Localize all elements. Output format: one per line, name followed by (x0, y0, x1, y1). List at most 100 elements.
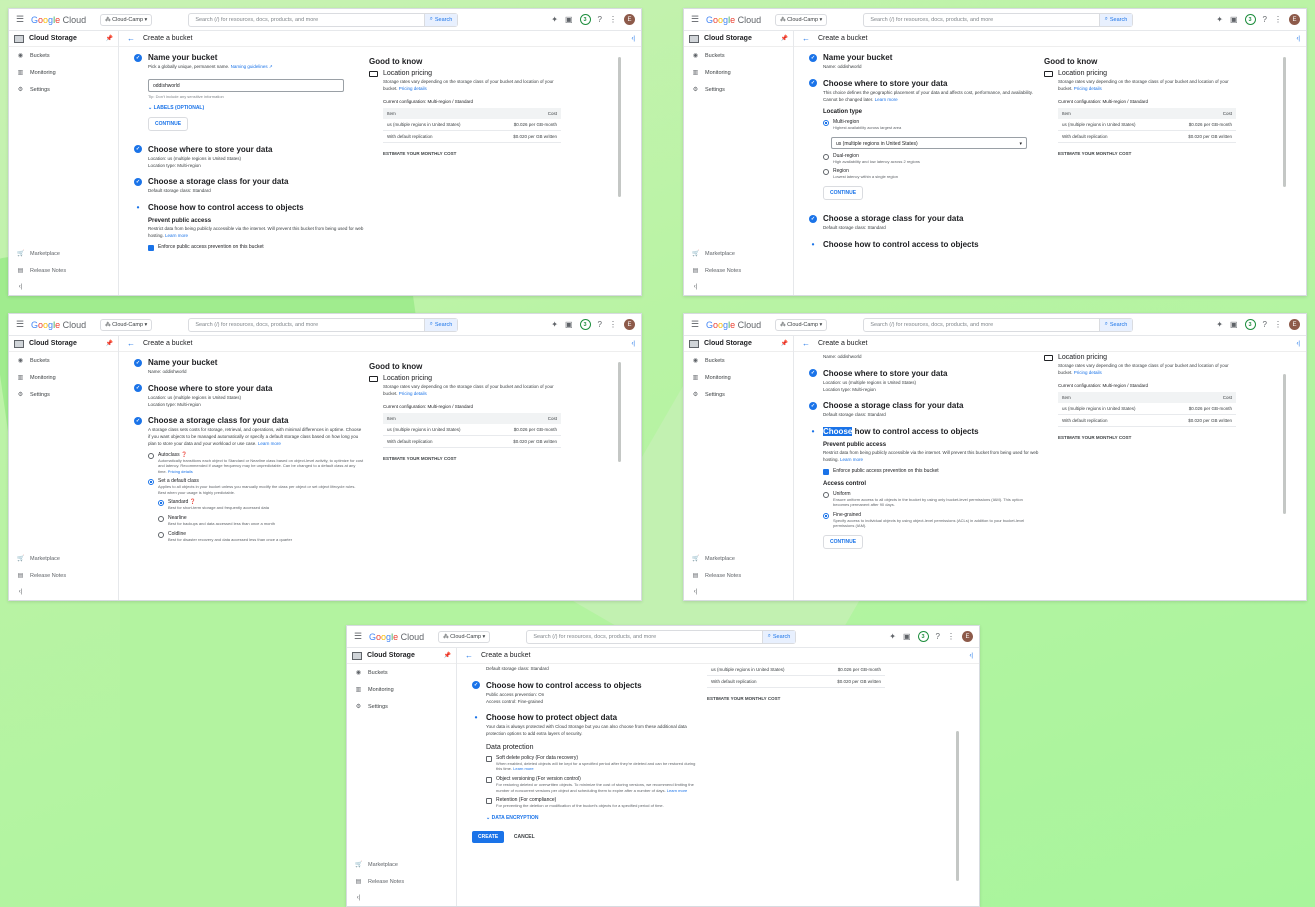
search-button[interactable]: ⌕ Search (423, 318, 458, 331)
cloud-shell-icon[interactable]: ▣ (565, 320, 573, 329)
more-vert-icon[interactable]: ⋮ (609, 15, 617, 24)
collapse-panel-icon[interactable]: ‹| (1296, 36, 1300, 42)
enforce-checkbox[interactable] (823, 468, 829, 475)
pricing-details-link[interactable]: Pricing details (1074, 370, 1102, 375)
sidebar-item-buckets[interactable]: ◉ Buckets (9, 47, 118, 64)
google-cloud-logo[interactable]: Google Cloud (706, 15, 761, 25)
search-input[interactable]: Search (/) for resources, docs, products… (863, 317, 1134, 332)
gemini-icon[interactable]: ✦ (551, 15, 558, 24)
search-button[interactable]: ⌕ Search (1098, 318, 1133, 331)
google-cloud-logo[interactable]: Google Cloud (706, 320, 761, 330)
notifications-badge[interactable]: 3 (917, 631, 929, 642)
sidebar-item-monitoring[interactable]: ▥ Monitoring (9, 64, 118, 81)
sidebar-item-marketplace[interactable]: 🛒 Marketplace (9, 245, 118, 262)
back-arrow-icon[interactable]: ← (465, 651, 473, 660)
learn-more-link[interactable]: Learn more (875, 97, 898, 102)
collapse-sidebar[interactable]: ‹| (347, 890, 456, 906)
help-icon[interactable]: ? (598, 15, 602, 24)
region-select[interactable]: us (multiple regions in United States) ▾ (831, 136, 1027, 149)
continue-button[interactable]: CONTINUE (823, 186, 864, 201)
back-arrow-icon[interactable]: ← (802, 339, 810, 348)
sidebar-item-marketplace[interactable]: 🛒 Marketplace (9, 550, 118, 567)
menu-icon[interactable]: ☰ (690, 319, 700, 330)
collapse-panel-icon[interactable]: ‹| (631, 341, 635, 347)
help-icon[interactable]: ? (1263, 320, 1267, 329)
collapse-sidebar[interactable]: ‹| (684, 584, 793, 600)
step-title[interactable]: Choose how to control access to objects (486, 681, 642, 690)
back-arrow-icon[interactable]: ← (127, 34, 135, 43)
fine-grained-radio[interactable] (823, 512, 829, 519)
sidebar-item-monitoring[interactable]: ▥ Monitoring (684, 369, 793, 386)
menu-icon[interactable]: ☰ (690, 14, 700, 25)
coldline-radio[interactable] (158, 531, 164, 538)
create-button[interactable]: CREATE (472, 830, 505, 843)
notifications-badge[interactable]: 3 (579, 319, 591, 330)
learn-more-link[interactable]: Learn more (165, 233, 188, 238)
collapse-sidebar[interactable]: ‹| (684, 279, 793, 295)
sidebar-item-release-notes[interactable]: ▤ Release Notes (9, 262, 118, 279)
sidebar-item-settings[interactable]: ⚙ Settings (9, 386, 118, 403)
pin-icon[interactable]: 📌 (106, 340, 113, 347)
sidebar-item-marketplace[interactable]: 🛒 Marketplace (347, 856, 456, 873)
avatar[interactable]: E (624, 319, 635, 330)
cloud-shell-icon[interactable]: ▣ (1230, 15, 1238, 24)
pricing-details-link[interactable]: Pricing details (399, 391, 427, 396)
gemini-icon[interactable]: ✦ (1216, 320, 1223, 329)
cloud-shell-icon[interactable]: ▣ (1230, 320, 1238, 329)
standard-radio[interactable] (158, 500, 164, 507)
google-cloud-logo[interactable]: Google Cloud (31, 15, 86, 25)
collapse-sidebar[interactable]: ‹| (9, 279, 118, 295)
back-arrow-icon[interactable]: ← (127, 339, 135, 348)
search-input[interactable]: Search (/) for resources, docs, products… (863, 12, 1134, 27)
sidebar-item-monitoring[interactable]: ▥ Monitoring (347, 681, 456, 698)
sidebar-item-release-notes[interactable]: ▤ Release Notes (347, 873, 456, 890)
sidebar-item-buckets[interactable]: ◉ Buckets (684, 47, 793, 64)
search-button[interactable]: ⌕ Search (761, 630, 796, 643)
search-input[interactable]: Search (/) for resources, docs, products… (188, 12, 459, 27)
data-encryption-toggle[interactable]: ⌄ DATA ENCRYPTION (486, 815, 702, 821)
step-title[interactable]: Choose where to store your data (823, 369, 947, 378)
collapse-panel-icon[interactable]: ‹| (631, 36, 635, 42)
pin-icon[interactable]: 📌 (106, 35, 113, 42)
cloud-shell-icon[interactable]: ▣ (903, 632, 911, 641)
sidebar-item-settings[interactable]: ⚙ Settings (684, 386, 793, 403)
step-title[interactable]: Choose a storage class for your data (148, 177, 289, 186)
learn-more-link[interactable]: Learn more (258, 441, 281, 446)
more-vert-icon[interactable]: ⋮ (947, 632, 955, 641)
estimate-link[interactable]: ESTIMATE YOUR MONTHLY COST (383, 151, 569, 156)
step-title[interactable]: Name your bucket (148, 358, 217, 367)
sidebar-item-settings[interactable]: ⚙ Settings (9, 81, 118, 98)
estimate-link[interactable]: ESTIMATE YOUR MONTHLY COST (1058, 435, 1244, 440)
multi-region-radio[interactable] (823, 120, 829, 127)
menu-icon[interactable]: ☰ (353, 631, 363, 642)
learn-more-link[interactable]: Learn more (513, 766, 533, 771)
gemini-icon[interactable]: ✦ (1216, 15, 1223, 24)
project-picker[interactable]: ⁂ Cloud-Camp ▾ (438, 630, 491, 643)
step-title[interactable]: Choose where to store your data (148, 145, 272, 154)
more-vert-icon[interactable]: ⋮ (1274, 320, 1282, 329)
estimate-link[interactable]: ESTIMATE YOUR MONTHLY COST (707, 696, 907, 701)
avatar[interactable]: E (962, 631, 973, 642)
sidebar-item-monitoring[interactable]: ▥ Monitoring (9, 369, 118, 386)
pricing-details-link[interactable]: Pricing details (399, 86, 427, 91)
google-cloud-logo[interactable]: Google Cloud (31, 320, 86, 330)
step-title[interactable]: Name your bucket (823, 53, 892, 62)
back-arrow-icon[interactable]: ← (802, 34, 810, 43)
project-picker[interactable]: ⁂ Cloud-Camp ▾ (100, 318, 153, 331)
notifications-badge[interactable]: 3 (1244, 14, 1256, 25)
estimate-link[interactable]: ESTIMATE YOUR MONTHLY COST (1058, 151, 1244, 156)
avatar[interactable]: E (1289, 319, 1300, 330)
more-vert-icon[interactable]: ⋮ (1274, 15, 1282, 24)
collapse-panel-icon[interactable]: ‹| (969, 653, 973, 659)
retention-checkbox[interactable] (486, 798, 492, 805)
google-cloud-logo[interactable]: Google Cloud (369, 632, 424, 642)
cloud-shell-icon[interactable]: ▣ (565, 15, 573, 24)
estimate-link[interactable]: ESTIMATE YOUR MONTHLY COST (383, 456, 569, 461)
gemini-icon[interactable]: ✦ (551, 320, 558, 329)
menu-icon[interactable]: ☰ (15, 14, 25, 25)
menu-icon[interactable]: ☰ (15, 319, 25, 330)
help-icon[interactable]: ? (936, 632, 940, 641)
avatar[interactable]: E (1289, 14, 1300, 25)
sidebar-item-release-notes[interactable]: ▤ Release Notes (684, 262, 793, 279)
sidebar-item-buckets[interactable]: ◉ Buckets (347, 664, 456, 681)
